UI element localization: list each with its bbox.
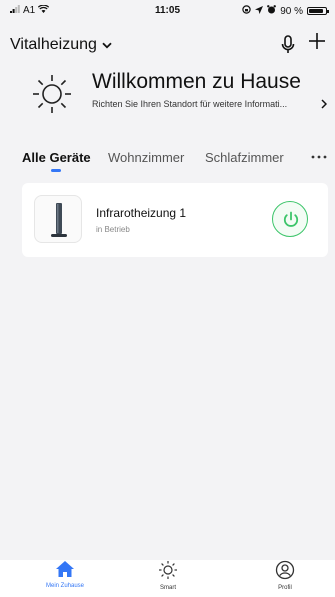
more-icon[interactable]: [311, 146, 327, 164]
weather-sun-icon: [30, 72, 74, 116]
add-device-icon[interactable]: [307, 32, 327, 54]
power-button[interactable]: [272, 201, 308, 237]
nav-profile-label: Profil: [278, 585, 292, 591]
tab-schlafzimmer[interactable]: Schlafzimmer: [205, 150, 284, 165]
tab-wohnzimmer[interactable]: Wohnzimmer: [108, 150, 184, 165]
bottom-navigation: Mein Zuhause Smart Profil: [0, 560, 335, 597]
home-selector[interactable]: Vitalheizung: [10, 36, 112, 54]
device-card[interactable]: Infrarotheizung 1 in Betrieb: [22, 183, 328, 257]
nav-smart[interactable]: Smart: [133, 560, 203, 591]
device-name: Infrarotheizung 1: [96, 206, 187, 220]
battery-fill: [309, 9, 323, 13]
welcome-subtitle: Richten Sie Ihren Standort für weitere I…: [92, 99, 288, 109]
alarm-icon: [267, 5, 277, 17]
active-tab-indicator: [51, 169, 61, 172]
sun-icon: [158, 561, 178, 584]
heater-thumbnail-icon: [34, 195, 82, 243]
microphone-icon[interactable]: [281, 34, 295, 56]
nav-smart-label: Smart: [159, 585, 176, 591]
welcome-title: Willkommen zu Hause: [92, 70, 301, 93]
location-icon: [255, 5, 264, 17]
nav-home-label: Mein Zuhause: [45, 583, 85, 589]
status-right: 90 %: [242, 5, 329, 17]
battery-percent: 90 %: [280, 5, 303, 17]
room-tabs: Alle Geräte Wohnzimmer Schlafzimmer: [0, 150, 335, 180]
welcome-banner[interactable]: Willkommen zu Hause Richten Sie Ihren St…: [0, 62, 335, 132]
power-icon: [283, 211, 299, 227]
chevron-down-icon: [102, 36, 112, 54]
header: Vitalheizung: [0, 28, 335, 62]
battery-icon: [307, 7, 329, 15]
home-icon: [55, 561, 75, 582]
chevron-right-icon[interactable]: [321, 98, 328, 112]
device-status: in Betrieb: [96, 225, 130, 234]
nav-home[interactable]: Mein Zuhause: [30, 560, 100, 589]
status-bar: A1 11:05 90 %: [0, 0, 335, 20]
lock-rotation-icon: [242, 5, 251, 17]
profile-icon: [275, 560, 295, 584]
nav-profile[interactable]: Profil: [250, 560, 320, 591]
tab-all-devices[interactable]: Alle Geräte: [22, 150, 91, 165]
home-name: Vitalheizung: [10, 36, 97, 53]
